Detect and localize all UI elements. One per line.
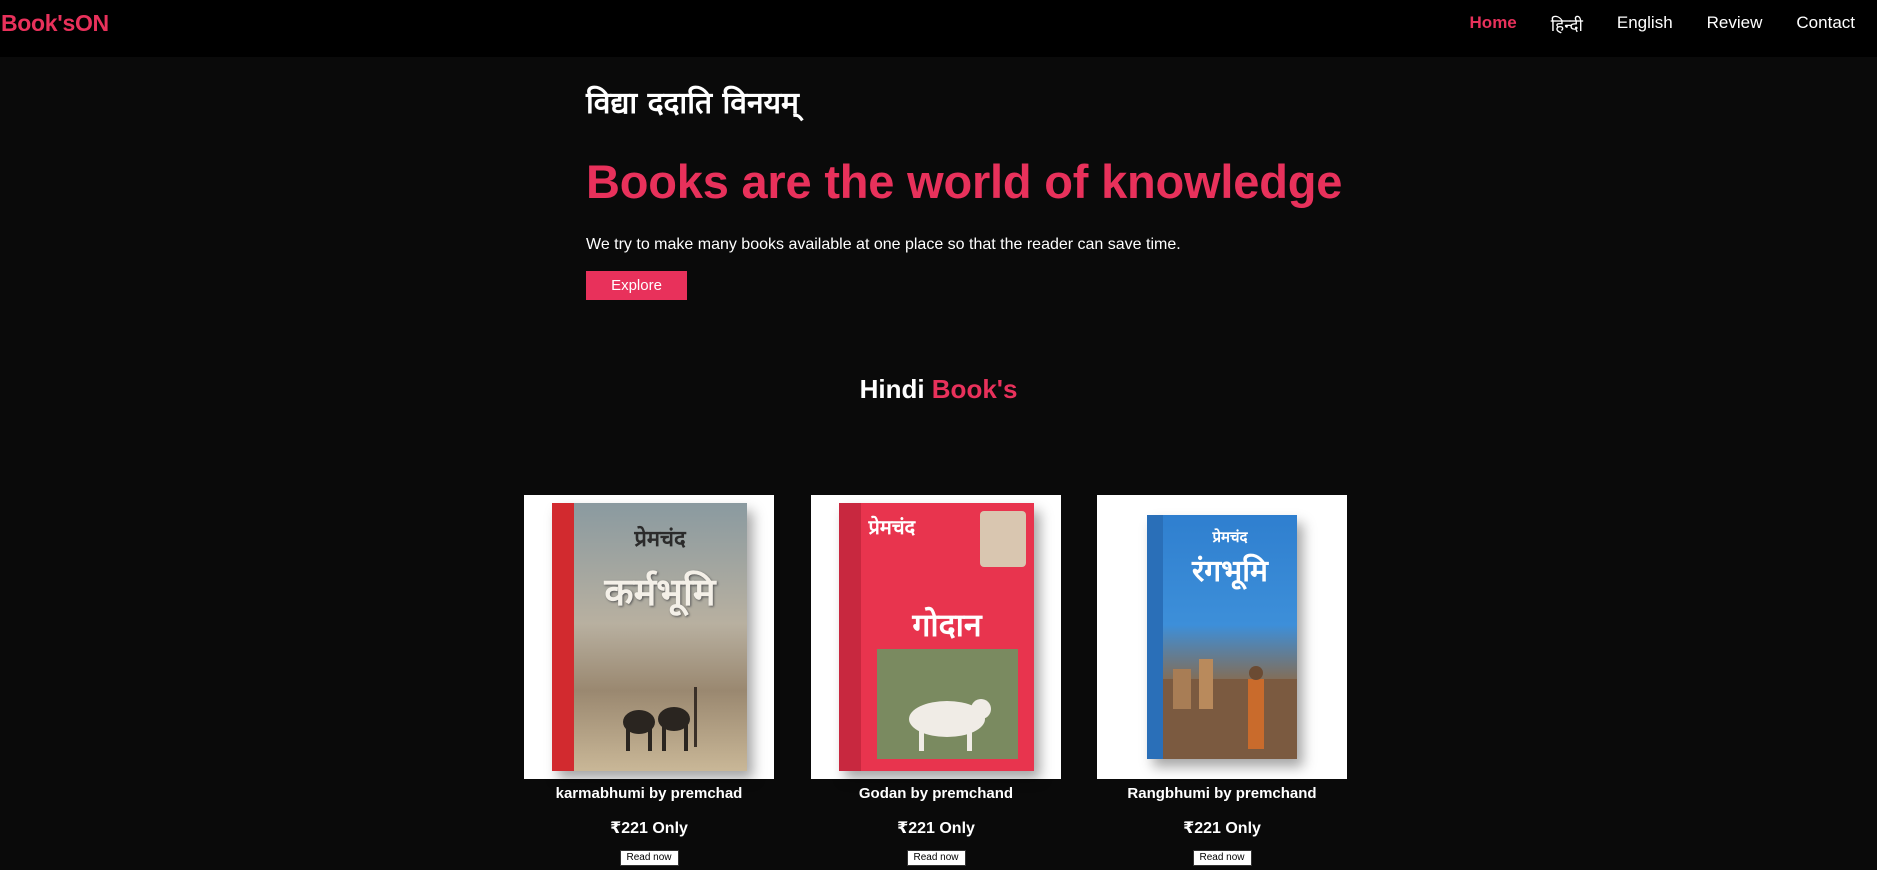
cover-author: प्रेमचंद: [634, 527, 686, 552]
book-cover[interactable]: प्रेमचंद रंगभूमि: [1097, 495, 1347, 779]
cover-title: रंगभूमि: [1192, 554, 1268, 589]
cover-author: प्रेमचंद: [1212, 528, 1248, 546]
nav-home[interactable]: Home: [1470, 13, 1517, 36]
explore-button[interactable]: Explore: [586, 271, 687, 300]
book-price: ₹221 Only: [897, 820, 975, 837]
ghat-illustration: [1163, 659, 1297, 759]
book-spine: [1147, 515, 1163, 759]
hero-headline: Books are the world of knowledge: [586, 155, 1343, 208]
author-portrait: [979, 511, 1026, 567]
navbar: Book'sON Home हिन्दी English Review Cont…: [0, 0, 1877, 57]
book-cover[interactable]: प्रेमचंद कर्मभूमि: [524, 495, 774, 779]
hero-tagline: We try to make many books available at o…: [586, 236, 1181, 253]
cover-illustration: प्रेमचंद रंगभूमि: [1163, 515, 1297, 759]
nav-links: Home हिन्दी English Review Contact: [1436, 13, 1855, 36]
book-cover-art: प्रेमचंद कर्मभूमि: [551, 503, 747, 771]
book-cover[interactable]: प्रेमचंद गोदान: [811, 495, 1061, 779]
book-price: ₹221 Only: [1183, 820, 1261, 837]
book-card: प्रेमचंद कर्मभूमि karmabhumi by premchad…: [524, 495, 774, 866]
cow-icon: [909, 699, 991, 751]
hero-motto: विद्या ददाति विनयम्: [586, 86, 799, 121]
nav-review[interactable]: Review: [1707, 13, 1763, 36]
book-spine: [551, 503, 574, 771]
section-title: Hindi Book's: [0, 372, 1877, 406]
nav-hindi[interactable]: हिन्दी: [1551, 13, 1583, 36]
nav-contact[interactable]: Contact: [1796, 13, 1855, 36]
section-title-accent: Book's: [931, 374, 1018, 404]
read-now-button[interactable]: Read now: [1192, 850, 1252, 866]
cover-illustration: प्रेमचंद कर्मभूमि: [574, 503, 747, 771]
book-title: karmabhumi by premchad: [555, 785, 743, 802]
oxen-illustration: [622, 687, 697, 751]
read-now-button[interactable]: Read now: [619, 850, 679, 866]
book-cover-art: प्रेमचंद रंगभूमि: [1147, 515, 1297, 759]
book-title: Rangbhumi by premchand: [1127, 785, 1317, 802]
cover-title: कर्मभूमि: [604, 570, 716, 614]
nav-english[interactable]: English: [1617, 13, 1673, 36]
book-title: Godan by premchand: [858, 785, 1014, 802]
brand-logo[interactable]: Book'sON: [1, 10, 109, 37]
book-card: प्रेमचंद गोदान Godan by premchand ₹221 O…: [811, 495, 1061, 866]
cover-illustration: प्रेमचंद गोदान: [861, 503, 1034, 771]
book-cover-art: प्रेमचंद गोदान: [838, 503, 1034, 771]
book-spine: [838, 503, 861, 771]
book-price: ₹221 Only: [610, 820, 688, 837]
cow-illustration: [876, 649, 1018, 759]
hero-section: विद्या ददाति विनयम् Books are the world …: [586, 84, 1346, 300]
read-now-button[interactable]: Read now: [906, 850, 966, 866]
cover-title: गोदान: [912, 606, 982, 644]
book-card: प्रेमचंद रंगभूमि Rangbhumi by premchand …: [1097, 495, 1347, 866]
section-title-plain: Hindi: [859, 374, 932, 404]
